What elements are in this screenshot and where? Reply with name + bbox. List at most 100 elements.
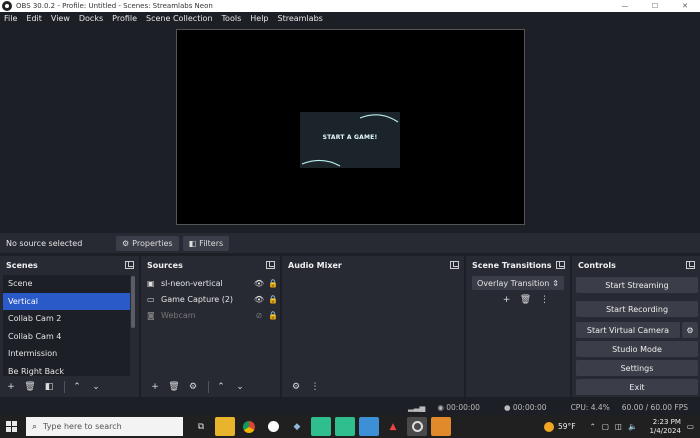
undock-icon[interactable] <box>266 261 275 269</box>
add-transition-icon[interactable]: + <box>499 293 515 307</box>
clock[interactable]: 2:23 PM 1/4/2024 <box>649 418 680 436</box>
menu-docks[interactable]: Docks <box>79 14 103 23</box>
sources-dock: Sources ▣ sl-neon-vertical 👁 🔒 ▭ Game Ca… <box>141 256 280 397</box>
notifications-icon[interactable]: ▭ <box>687 422 694 431</box>
steam-icon[interactable]: ◆ <box>287 417 307 436</box>
lock-icon[interactable]: 🔒 <box>266 311 280 320</box>
windows-logo-icon <box>5 421 17 432</box>
task-view-icon[interactable]: ⧉ <box>191 417 211 436</box>
scene-item[interactable]: Collab Cam 4 <box>3 328 130 346</box>
start-button[interactable] <box>0 415 22 438</box>
virtual-camera-settings-gear-icon[interactable]: ⚙ <box>682 322 698 338</box>
taskbar-search[interactable]: ⌕ Type here to search <box>26 417 183 436</box>
streamlabs-icon[interactable] <box>311 417 331 436</box>
studio-mode-button[interactable]: Studio Mode <box>576 341 698 357</box>
lock-icon[interactable]: 🔒 <box>266 295 280 304</box>
scene-item[interactable]: Collab Cam 2 <box>3 310 130 328</box>
more-options-icon[interactable]: ⋮ <box>537 293 553 307</box>
scene-item-selected[interactable]: Vertical <box>3 292 130 310</box>
speaker-icon[interactable]: 🔈 <box>628 422 637 431</box>
controls-dock: Controls Start Streaming Start Recording… <box>572 256 700 397</box>
start-streaming-button[interactable]: Start Streaming <box>576 277 698 293</box>
minimize-button[interactable]: — <box>610 0 640 12</box>
source-name: Game Capture (2) <box>161 294 234 304</box>
trash-icon[interactable]: 🗑 <box>22 380 38 394</box>
source-name: Webcam <box>161 310 196 320</box>
scenes-title: Scenes <box>6 260 38 270</box>
source-toolbar: No source selected ⚙ Properties ◧ Filter… <box>0 233 700 253</box>
gear-icon: ⚙ <box>122 238 130 248</box>
move-up-icon[interactable]: ⌃ <box>69 380 85 394</box>
streamlabs-app-icon[interactable] <box>431 417 451 436</box>
trash-icon[interactable]: 🗑 <box>166 380 182 394</box>
clock-time: 2:23 PM <box>652 417 681 426</box>
undock-icon[interactable] <box>556 261 565 269</box>
obs-taskbar-icon[interactable] <box>407 417 427 436</box>
scene-item[interactable]: Be Right Back <box>3 363 130 381</box>
eye-hidden-icon[interactable]: ⊘ <box>252 311 266 320</box>
divider <box>208 381 209 393</box>
more-options-icon[interactable]: ⋮ <box>307 380 323 394</box>
properties-label: Properties <box>132 238 173 248</box>
menu-profile[interactable]: Profile <box>112 14 137 23</box>
menu-edit[interactable]: Edit <box>26 14 42 23</box>
settings-button[interactable]: Settings <box>576 360 698 376</box>
move-down-icon[interactable]: ⌄ <box>88 380 104 394</box>
transition-selected: Overlay Transition <box>477 278 550 288</box>
move-down-icon[interactable]: ⌄ <box>232 380 248 394</box>
start-recording-button[interactable]: Start Recording <box>576 301 698 317</box>
scene-filters-icon[interactable]: ◧ <box>41 380 57 394</box>
tray-app-icon[interactable]: ▢ <box>602 422 609 431</box>
maximize-button[interactable]: ☐ <box>640 0 670 12</box>
close-button[interactable]: ✕ <box>670 0 700 12</box>
streamlabs-desktop-icon[interactable] <box>335 417 355 436</box>
image-icon: ▣ <box>147 278 155 288</box>
app-icon[interactable] <box>263 417 283 436</box>
undock-icon[interactable] <box>125 261 134 269</box>
add-scene-icon[interactable]: + <box>3 380 19 394</box>
undock-icon[interactable] <box>686 261 695 269</box>
menu-file[interactable]: File <box>4 14 17 23</box>
audio-mixer-dock: Audio Mixer ⚙ ⋮ <box>282 256 464 397</box>
file-explorer-icon[interactable] <box>215 417 235 436</box>
start-virtual-camera-button[interactable]: Start Virtual Camera <box>576 322 680 338</box>
scene-overlay-text: START A GAME! <box>322 134 378 141</box>
source-name: sl-neon-vertical <box>161 278 223 288</box>
scene-item[interactable]: Scene <box>3 275 130 293</box>
eye-icon[interactable]: 👁 <box>252 279 266 288</box>
source-item[interactable]: ▭ Game Capture (2) 👁 🔒 <box>141 291 280 307</box>
scene-transitions-dock: Scene Transitions Overlay Transition ⇕ +… <box>466 256 570 397</box>
controls-title: Controls <box>578 260 616 270</box>
system-tray: 59°F ⌃ ▢ ◫ 🔈 2:23 PM 1/4/2024 ▭ <box>544 418 700 436</box>
source-item[interactable]: ◙ Webcam ⊘ 🔒 <box>141 307 280 323</box>
advanced-audio-icon[interactable]: ⚙ <box>288 380 304 394</box>
camera-icon: ◙ <box>147 310 155 320</box>
move-up-icon[interactable]: ⌃ <box>213 380 229 394</box>
menu-help[interactable]: Help <box>250 14 268 23</box>
photos-icon[interactable] <box>359 417 379 436</box>
stream-time-value: 00:00:00 <box>446 402 480 412</box>
scenes-scrollbar[interactable] <box>131 276 135 328</box>
record-time-value: 00:00:00 <box>512 402 547 412</box>
menu-tools[interactable]: Tools <box>222 14 242 23</box>
eye-icon[interactable]: 👁 <box>252 295 266 304</box>
gear-icon[interactable]: ⚙ <box>185 380 201 394</box>
transition-select[interactable]: Overlay Transition ⇕ <box>472 276 564 290</box>
undock-icon[interactable] <box>450 261 459 269</box>
network-icon[interactable]: ◫ <box>615 422 622 431</box>
fps-counter: 60.00 / 60.00 FPS <box>621 402 688 412</box>
lock-icon[interactable]: 🔒 <box>266 279 280 288</box>
menu-streamlabs[interactable]: Streamlabs <box>278 14 323 23</box>
scene-item[interactable]: Intermission <box>3 345 130 363</box>
menu-scene-collection[interactable]: Scene Collection <box>146 14 213 23</box>
properties-button[interactable]: ⚙ Properties <box>116 235 179 251</box>
trash-icon[interactable]: 🗑 <box>518 293 534 307</box>
filters-button[interactable]: ◧ Filters <box>182 235 230 251</box>
chrome-icon[interactable] <box>239 417 259 436</box>
chevron-up-icon[interactable]: ⌃ <box>590 422 596 431</box>
source-item[interactable]: ▣ sl-neon-vertical 👁 🔒 <box>141 275 280 291</box>
add-source-icon[interactable]: + <box>147 380 163 394</box>
exit-button[interactable]: Exit <box>576 379 698 395</box>
menu-view[interactable]: View <box>51 14 70 23</box>
media-app-icon[interactable]: ▲ <box>383 417 403 436</box>
